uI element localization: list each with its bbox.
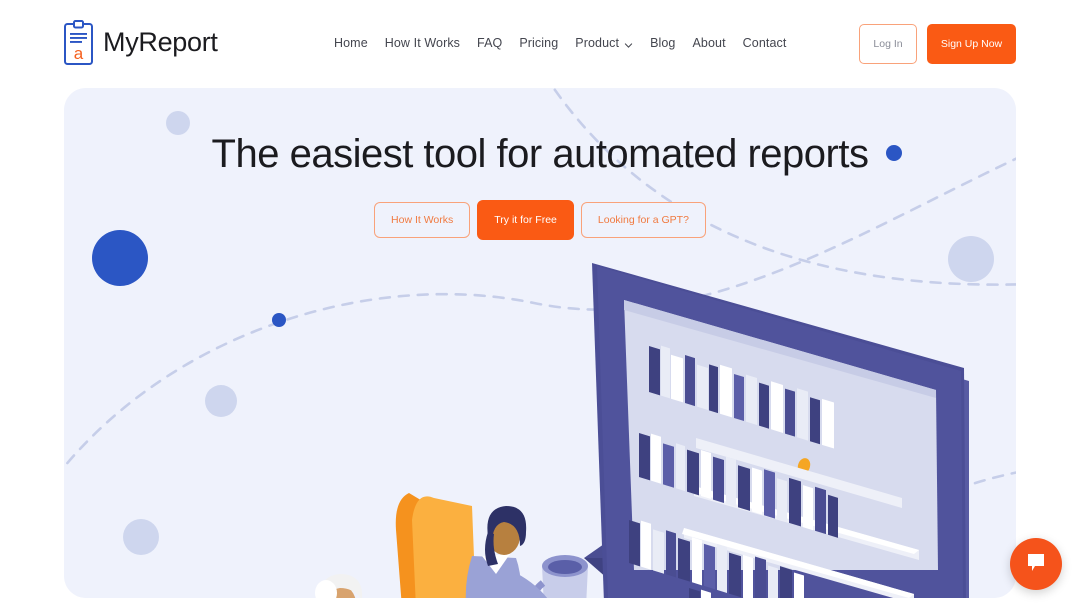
site-header: a MyReport Home How It Works FAQ Pricing… xyxy=(0,0,1080,88)
looking-for-gpt-button[interactable]: Looking for a GPT? xyxy=(580,202,706,238)
try-it-free-button[interactable]: Try it for Free xyxy=(477,200,574,240)
signup-button[interactable]: Sign Up Now xyxy=(927,24,1016,64)
nav-label: About xyxy=(692,36,726,50)
nav-label: FAQ xyxy=(477,36,503,50)
main-navigation: Home How It Works FAQ Pricing Product Bl… xyxy=(334,33,786,53)
nav-item-pricing[interactable]: Pricing xyxy=(519,33,575,53)
hero-section: The easiest tool for automated reports H… xyxy=(64,88,1016,598)
nav-label: Contact xyxy=(742,36,787,50)
brand-name: MyReport xyxy=(103,27,218,57)
nav-label: How It Works xyxy=(384,36,461,50)
nav-item-home[interactable]: Home xyxy=(334,33,385,53)
nav-item-blog[interactable]: Blog xyxy=(650,33,692,53)
nav-item-about[interactable]: About xyxy=(692,33,742,53)
hero-cta-group: How It Works Try it for Free Looking for… xyxy=(64,200,1016,240)
landing-page: a MyReport Home How It Works FAQ Pricing… xyxy=(0,0,1080,608)
decor-circle xyxy=(272,313,286,327)
decor-circle xyxy=(205,385,237,417)
chat-widget-button[interactable] xyxy=(1010,538,1062,590)
nav-label: Pricing xyxy=(519,36,559,50)
nav-label: Home xyxy=(334,36,368,50)
page-title: The easiest tool for automated reports xyxy=(211,132,869,176)
brand-logo[interactable]: a MyReport xyxy=(64,20,218,65)
nav-item-product[interactable]: Product xyxy=(575,33,650,53)
decor-circle xyxy=(123,519,159,555)
nav-item-contact[interactable]: Contact xyxy=(743,33,787,53)
login-button[interactable]: Log In xyxy=(859,24,917,64)
nav-label: Blog xyxy=(650,36,676,50)
clipboard-report-icon: a xyxy=(64,20,93,65)
nav-label: Product xyxy=(575,36,620,50)
nav-item-how-it-works[interactable]: How It Works xyxy=(385,33,477,53)
chevron-down-icon xyxy=(624,39,633,48)
how-it-works-button[interactable]: How It Works xyxy=(374,202,471,238)
chat-bubble-icon xyxy=(1024,550,1048,579)
nav-item-faq[interactable]: FAQ xyxy=(477,33,519,53)
svg-text:a: a xyxy=(74,44,84,63)
decor-circle xyxy=(948,236,994,282)
auth-actions: Log In Sign Up Now xyxy=(859,24,1016,64)
